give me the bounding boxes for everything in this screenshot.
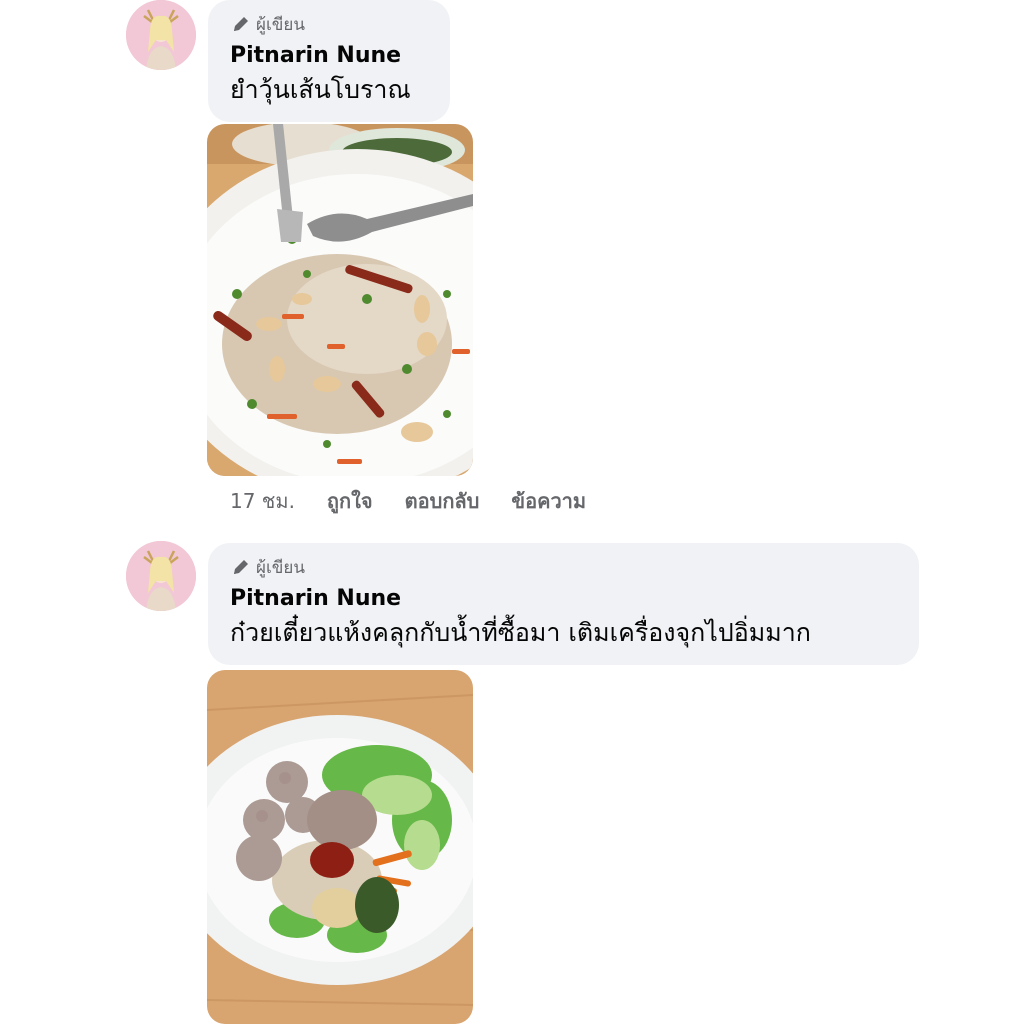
comment-text: ก๋วยเตี๋ยวแห้งคลุกกับน้ำที่ซื้อมา เติมเค…: [230, 618, 811, 647]
author-badge-label: ผู้เขียน: [256, 14, 305, 35]
pencil-icon: [234, 17, 248, 31]
avatar[interactable]: [126, 0, 196, 70]
comment-photo[interactable]: [207, 124, 473, 476]
author-badge: ผู้เขียน: [230, 10, 430, 38]
pencil-icon: [234, 560, 248, 574]
comment-timestamp[interactable]: 17 ชม.: [230, 485, 295, 517]
author-name[interactable]: Pitnarin Nune: [230, 583, 899, 615]
reply-button[interactable]: ตอบกลับ: [405, 485, 480, 517]
author-badge-label: ผู้เขียน: [256, 557, 305, 578]
comment-text: ยำวุ้นเส้นโบราณ: [230, 75, 411, 104]
author-name[interactable]: Pitnarin Nune: [230, 40, 430, 72]
author-badge: ผู้เขียน: [230, 553, 899, 581]
like-button[interactable]: ถูกใจ: [327, 485, 373, 517]
avatar[interactable]: [126, 541, 196, 611]
message-button[interactable]: ข้อความ: [511, 485, 586, 517]
comment-bubble: ผู้เขียน Pitnarin Nune ยำวุ้นเส้นโบราณ: [208, 0, 450, 122]
comment-bubble: ผู้เขียน Pitnarin Nune ก๋วยเตี๋ยวแห้งคลุ…: [208, 543, 919, 665]
comment-actions: 17 ชม. ถูกใจ ตอบกลับ ข้อความ: [230, 487, 618, 515]
comment-photo[interactable]: [207, 670, 473, 1024]
